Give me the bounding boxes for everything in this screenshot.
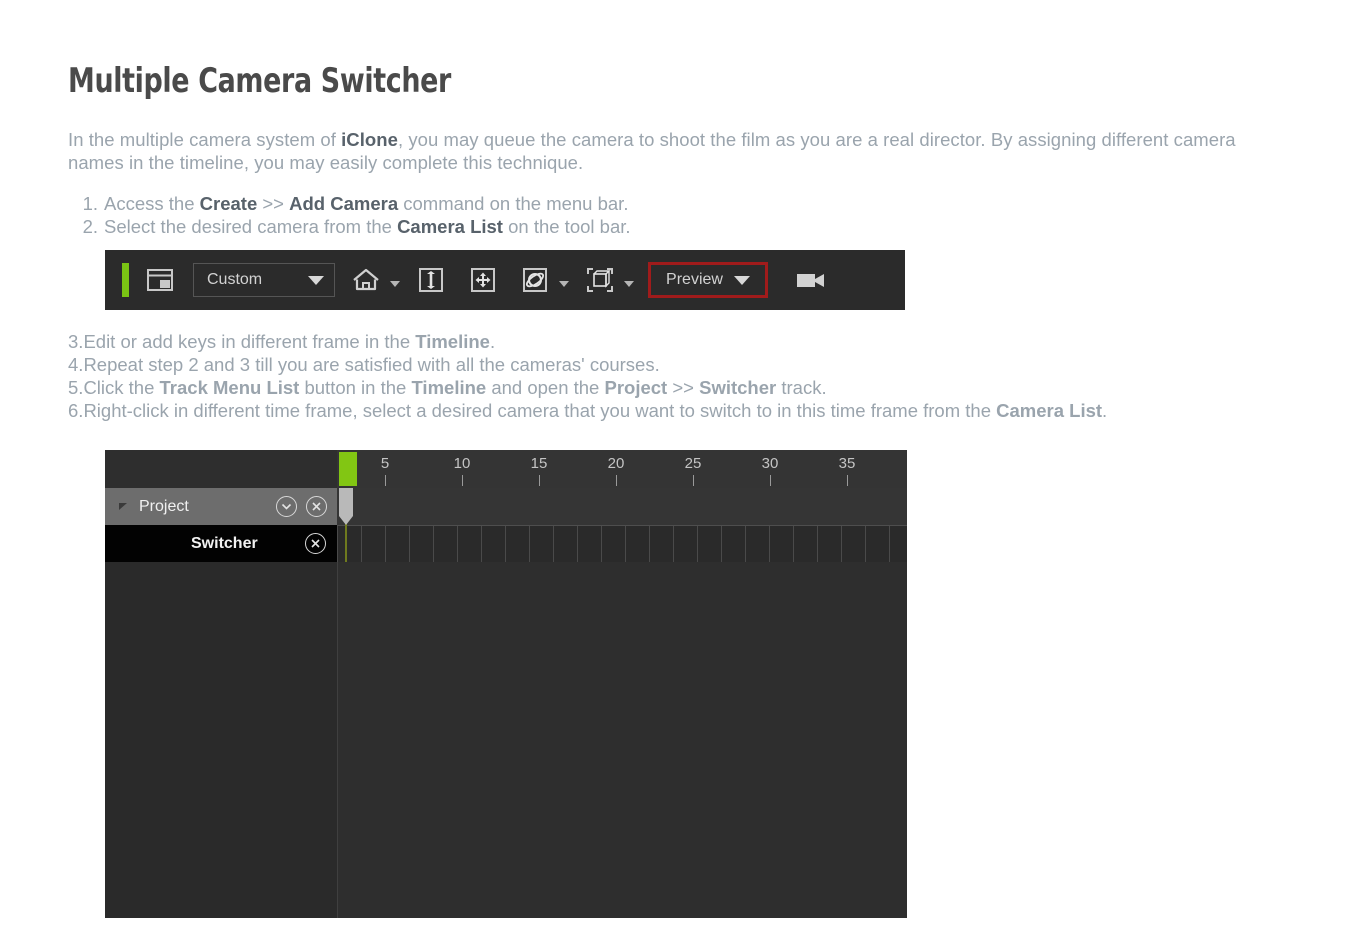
ruler-tick-label: 20	[607, 455, 625, 472]
ruler-tick-label: 25	[684, 455, 702, 472]
playhead-grip[interactable]	[339, 488, 353, 525]
steps-list-top: 1. Access the Create >> Add Camera comman…	[68, 192, 1294, 238]
body-text: .	[489, 331, 496, 352]
camera-list-combo[interactable]: Preview	[648, 262, 768, 298]
list-item-number: 6.	[68, 400, 84, 421]
preset-combo[interactable]: Custom	[193, 263, 335, 297]
body-text: Repeat step 2 and 3 till you are satisfi…	[83, 354, 660, 375]
iclone-toolbar-figure: Custom Preview	[105, 250, 905, 310]
body-text: >>	[257, 193, 290, 214]
timeline-frame-grid	[337, 526, 907, 563]
list-item-text: Right-click in different time frame, sel…	[83, 400, 1107, 421]
track-label-switcher: Switcher	[191, 534, 258, 552]
body-text: track.	[776, 377, 827, 398]
list-item-number: 2.	[82, 216, 98, 237]
list-item: 2. Select the desired camera from the Cam…	[68, 215, 1294, 238]
emphasis-text: Add Camera	[289, 193, 399, 214]
ruler-tick-mark	[539, 475, 540, 486]
body-text: on the tool bar.	[502, 216, 631, 237]
rotate-dropdown-chevron-icon[interactable]	[559, 281, 569, 287]
ruler-tick-label: 15	[530, 455, 548, 472]
timeline-lane-project[interactable]	[337, 488, 907, 525]
rotate-icon[interactable]	[514, 259, 556, 301]
move-icon[interactable]	[462, 259, 504, 301]
list-item-number: 4.	[68, 354, 84, 375]
home-icon[interactable]	[345, 259, 387, 301]
track-label-project: Project	[139, 497, 189, 515]
body-text: button in the	[299, 377, 412, 398]
fit-vertical-icon[interactable]	[410, 259, 452, 301]
chevron-down-icon	[733, 275, 750, 285]
track-row-switcher[interactable]: Switcher	[105, 525, 337, 562]
emphasis-text: Project	[604, 377, 668, 398]
emphasis-text: Camera List	[397, 216, 503, 237]
ruler-tick-label: 35	[838, 455, 856, 472]
ruler-tick-mark	[462, 475, 463, 486]
ruler-tick-label: 30	[761, 455, 779, 472]
camera-list-combo-value: Preview	[666, 271, 723, 288]
body-text: and open the	[486, 377, 605, 398]
intro-paragraph: In the multiple camera system of iClone,…	[68, 128, 1294, 174]
timeline-figure: 5 10 15 20 25 30 35 Project Switcher	[105, 450, 907, 918]
list-item-number: 5.	[68, 377, 84, 398]
list-item-text: Select the desired camera from the Camer…	[104, 216, 631, 237]
body-text: Right-click in different time frame, sel…	[83, 400, 997, 421]
body-text: Select the desired camera from the	[104, 216, 398, 237]
scale-dropdown-chevron-icon[interactable]	[624, 281, 634, 287]
ruler-tick-mark	[616, 475, 617, 486]
emphasis-text: Timeline	[411, 377, 487, 398]
toolbar-accent-bar	[122, 263, 129, 297]
close-circle-icon[interactable]	[306, 496, 327, 517]
emphasis-text: Timeline	[415, 331, 490, 352]
ruler-tick-label: 5	[380, 455, 390, 472]
ruler-tick-mark	[693, 475, 694, 486]
body-text: Click the	[83, 377, 160, 398]
list-item-text: Access the Create >> Add Camera command …	[104, 193, 628, 214]
page-title: Multiple Camera Switcher	[68, 61, 451, 101]
emphasis-text: iClone	[341, 129, 398, 150]
list-item-text: Repeat step 2 and 3 till you are satisfi…	[83, 354, 659, 375]
list-item: 6.Right-click in different time frame, s…	[68, 399, 1294, 422]
ruler-tick-mark	[770, 475, 771, 486]
list-item-text: Click the Track Menu List button in the …	[83, 377, 826, 398]
timeline-track-header-blank	[105, 450, 337, 488]
emphasis-text: Track Menu List	[159, 377, 300, 398]
preset-combo-value: Custom	[207, 271, 263, 288]
chevron-down-circle-icon[interactable]	[276, 496, 297, 517]
body-text: >>	[667, 377, 700, 398]
list-item: 1. Access the Create >> Add Camera comman…	[68, 192, 1294, 215]
ruler-tick-label: 10	[453, 455, 471, 472]
body-text: command on the menu bar.	[398, 193, 629, 214]
emphasis-text: Create	[199, 193, 258, 214]
timeline-lane-switcher[interactable]	[337, 525, 907, 564]
body-text: .	[1102, 400, 1108, 421]
ruler-tick-mark	[847, 475, 848, 486]
steps-list-bottom: 3.Edit or add keys in different frame in…	[68, 330, 1294, 422]
track-row-project[interactable]: Project	[105, 488, 337, 525]
viewport-layout-icon[interactable]	[139, 259, 181, 301]
emphasis-text: Camera List	[996, 400, 1103, 421]
list-item-text: Edit or add keys in different frame in t…	[83, 331, 495, 352]
home-dropdown-chevron-icon[interactable]	[390, 281, 400, 287]
page-root: Multiple Camera Switcher In the multiple…	[0, 0, 1352, 938]
list-item: 3.Edit or add keys in different frame in…	[68, 330, 1294, 353]
timeline-ruler[interactable]: 5 10 15 20 25 30 35	[337, 450, 907, 489]
ruler-tick-mark	[385, 475, 386, 486]
chevron-down-icon	[308, 275, 324, 285]
close-circle-icon[interactable]	[305, 533, 326, 554]
video-camera-icon[interactable]	[790, 259, 832, 301]
list-item: 4.Repeat step 2 and 3 till you are satis…	[68, 353, 1294, 376]
emphasis-text: Switcher	[699, 377, 777, 398]
list-item-number: 1.	[82, 193, 98, 214]
timeline-body-left-gutter	[105, 562, 338, 918]
triangle-collapse-icon[interactable]	[119, 502, 127, 510]
list-item: 5.Click the Track Menu List button in th…	[68, 376, 1294, 399]
scale-icon[interactable]	[579, 259, 621, 301]
body-text: Access the	[104, 193, 200, 214]
body-text: Edit or add keys in different frame in t…	[83, 331, 416, 352]
body-text: In the multiple camera system of	[68, 129, 342, 150]
timeline-empty-body	[105, 562, 907, 918]
playhead-marker[interactable]	[339, 452, 357, 486]
list-item-number: 3.	[68, 331, 84, 352]
